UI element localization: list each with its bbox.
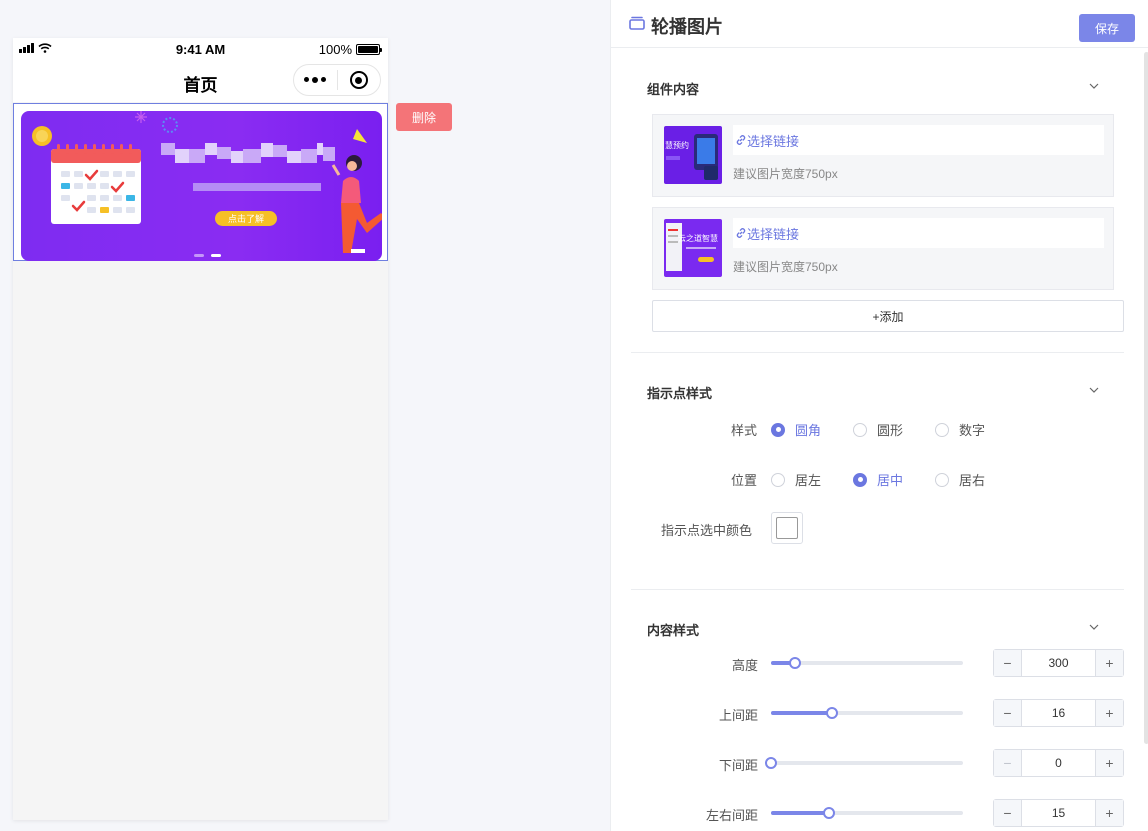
link-icon [736,135,746,145]
section-title-content: 组件内容 [647,82,700,97]
phone-preview: 9:41 AM 100% 首页 点击了解 [13,38,388,820]
stepper-input[interactable]: 15 [1022,800,1095,826]
radio-position-left[interactable]: 居左 [771,470,821,489]
style-row-slider[interactable] [771,657,963,669]
thumb-text: 慧预约 [665,140,689,150]
section-title-indicator: 指示点样式 [647,386,713,401]
target-icon [349,71,368,89]
more-button[interactable] [294,65,337,95]
increment-button[interactable]: + [1095,750,1123,776]
miniprogram-capsule [293,64,381,96]
color-swatch [776,517,798,539]
style-row-slider[interactable] [771,807,963,819]
banner-cta-text: 点击了解 [228,213,264,224]
chevron-down-icon[interactable] [1089,81,1099,91]
thumb-text: 云之道智慧 [678,233,718,243]
carousel-indicator [194,254,221,257]
settings-panel: 轮播图片 保存 组件内容 慧预约 选择链接 建议图片宽度750px 云之道智慧 … [610,0,1148,831]
panel-title: 轮播图片 [651,17,723,37]
image-thumbnail[interactable]: 云之道智慧 [664,219,722,277]
image-item: 慧预约 选择链接 建议图片宽度750px [652,114,1114,197]
battery-icon [356,44,382,55]
nav-bar: 首页 [13,60,388,102]
style-row-slider[interactable] [765,757,963,769]
stepper-input[interactable]: 300 [1022,650,1095,676]
style-row-stepper: −0 + [993,749,1124,777]
stepper-input[interactable]: 0 [1022,750,1095,776]
style-row-label: 高度 [731,658,758,673]
increment-button[interactable]: + [1095,800,1123,826]
scrollbar[interactable] [1144,52,1148,744]
banner-illustration: 点击了解 [32,111,382,253]
image-thumbnail[interactable]: 慧预约 [664,126,722,184]
radio-position-right[interactable]: 居右 [935,470,985,489]
stepper-input[interactable]: 16 [1022,700,1095,726]
style-row-slider[interactable] [771,707,963,719]
chevron-down-icon[interactable] [1089,385,1099,395]
style-row-label: 左右间距 [705,808,758,823]
radio-style-rounded[interactable]: 圆角 [771,420,821,439]
select-link-label: 选择链接 [747,226,800,242]
style-row-stepper: −300 + [993,649,1124,677]
select-link-button[interactable]: 选择链接 [733,218,1104,248]
carousel-icon [629,16,645,30]
link-icon [736,228,746,238]
style-row-stepper: −16 + [993,699,1124,727]
style-row-label: 下间距 [718,758,758,773]
style-row-stepper: −15 + [993,799,1124,827]
carousel-component[interactable]: 点击了解 [13,103,388,261]
slider-handle[interactable] [822,807,835,819]
radio-style-circle[interactable]: 圆形 [853,420,903,439]
add-image-button[interactable]: +添加 [652,300,1124,332]
radio-style-number[interactable]: 数字 [935,420,985,439]
position-label: 位置 [731,473,758,488]
radio-position-center[interactable]: 居中 [853,470,903,489]
decrement-button[interactable]: − [994,750,1022,776]
delete-component-button[interactable]: 删除 [396,103,452,131]
chevron-down-icon[interactable] [1089,622,1099,632]
style-row-label: 上间距 [718,708,758,723]
image-size-hint: 建议图片宽度750px [733,260,838,274]
section-divider [631,352,1124,353]
save-button[interactable]: 保存 [1079,14,1135,42]
decrement-button[interactable]: − [994,650,1022,676]
section-title-content-style: 内容样式 [647,623,700,638]
section-divider [631,589,1124,590]
image-size-hint: 建议图片宽度750px [733,167,838,181]
status-bar: 9:41 AM 100% [13,38,388,60]
indicator-color-picker[interactable] [771,512,803,544]
battery-percent: 100% [318,42,352,57]
increment-button[interactable]: + [1095,650,1123,676]
slider-handle[interactable] [789,657,801,669]
close-miniprogram-button[interactable] [338,65,381,95]
style-label: 样式 [731,423,758,438]
image-item: 云之道智慧 选择链接 建议图片宽度750px [652,207,1114,290]
panel-header: 轮播图片 保存 [611,0,1148,48]
increment-button[interactable]: + [1095,700,1123,726]
select-link-label: 选择链接 [747,133,800,149]
indicator-dot [194,254,204,257]
more-dots-icon [304,77,327,83]
decrement-button[interactable]: − [994,700,1022,726]
indicator-color-label: 指示点选中颜色 [661,523,753,538]
indicator-dot-active [211,254,221,257]
slider-handle[interactable] [765,757,777,769]
decrement-button[interactable]: − [994,800,1022,826]
select-link-button[interactable]: 选择链接 [733,125,1104,155]
slider-handle[interactable] [826,707,839,719]
carousel-banner-image: 点击了解 [21,111,382,261]
